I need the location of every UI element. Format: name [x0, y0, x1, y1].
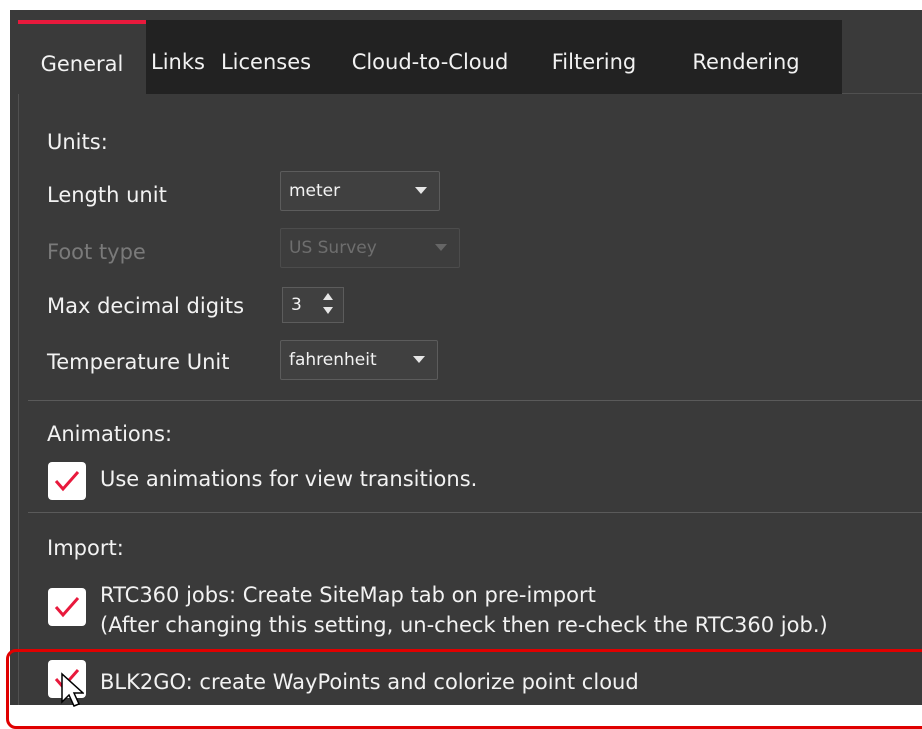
tab-general[interactable]: General: [18, 20, 146, 94]
rtc360-sitemap-checkbox[interactable]: [48, 588, 86, 626]
length-unit-value: meter: [289, 181, 341, 201]
tab-filtering-label: Filtering: [551, 50, 637, 74]
import-heading: Import:: [47, 536, 124, 560]
tab-filtering[interactable]: Filtering: [538, 20, 650, 94]
spin-down-icon[interactable]: [323, 307, 333, 314]
tab-cloud-to-cloud[interactable]: Cloud-to-Cloud: [322, 20, 538, 94]
chevron-down-icon: [413, 356, 425, 363]
tab-links-label: Links: [151, 50, 205, 74]
temperature-unit-combo[interactable]: fahrenheit: [280, 340, 438, 380]
checkmark-icon: [54, 471, 80, 492]
rtc360-sitemap-note: (After changing this setting, un-check t…: [100, 613, 828, 637]
max-decimal-digits-value: 3: [291, 295, 302, 315]
tab-rendering[interactable]: Rendering: [650, 20, 842, 94]
units-heading: Units:: [47, 130, 108, 154]
view-transitions-checkbox[interactable]: [48, 462, 86, 500]
units-separator: [28, 400, 922, 401]
animations-heading: Animations:: [47, 422, 173, 446]
temperature-unit-label: Temperature Unit: [47, 350, 230, 374]
checkmark-icon: [54, 597, 80, 618]
chevron-down-icon: [415, 187, 427, 194]
tab-licenses-label: Licenses: [220, 50, 312, 74]
highlight-annotation: [6, 649, 922, 729]
tab-strip: General Links Licenses Cloud-to-Cloud Fi…: [18, 20, 842, 94]
tab-licenses[interactable]: Licenses: [210, 20, 322, 94]
rtc360-sitemap-label: RTC360 jobs: Create SiteMap tab on pre-i…: [100, 583, 596, 607]
tab-rendering-label: Rendering: [692, 50, 800, 74]
foot-type-label: Foot type: [47, 240, 146, 264]
spin-up-icon[interactable]: [323, 293, 333, 300]
max-decimal-digits-label: Max decimal digits: [47, 294, 245, 318]
tab-links[interactable]: Links: [146, 20, 210, 94]
tab-cloud-to-cloud-label: Cloud-to-Cloud: [351, 50, 509, 74]
length-unit-combo[interactable]: meter: [280, 171, 440, 211]
foot-type-combo[interactable]: US Survey: [280, 228, 460, 268]
view-transitions-label: Use animations for view transitions.: [100, 467, 478, 491]
foot-type-value: US Survey: [289, 238, 377, 258]
max-decimal-digits-spinbox[interactable]: 3: [282, 287, 344, 323]
mouse-cursor-icon: [61, 672, 84, 707]
length-unit-label: Length unit: [47, 183, 167, 207]
tab-general-label: General: [40, 52, 124, 76]
animations-separator: [28, 512, 922, 513]
temperature-unit-value: fahrenheit: [289, 350, 377, 370]
chevron-down-icon: [435, 244, 447, 251]
